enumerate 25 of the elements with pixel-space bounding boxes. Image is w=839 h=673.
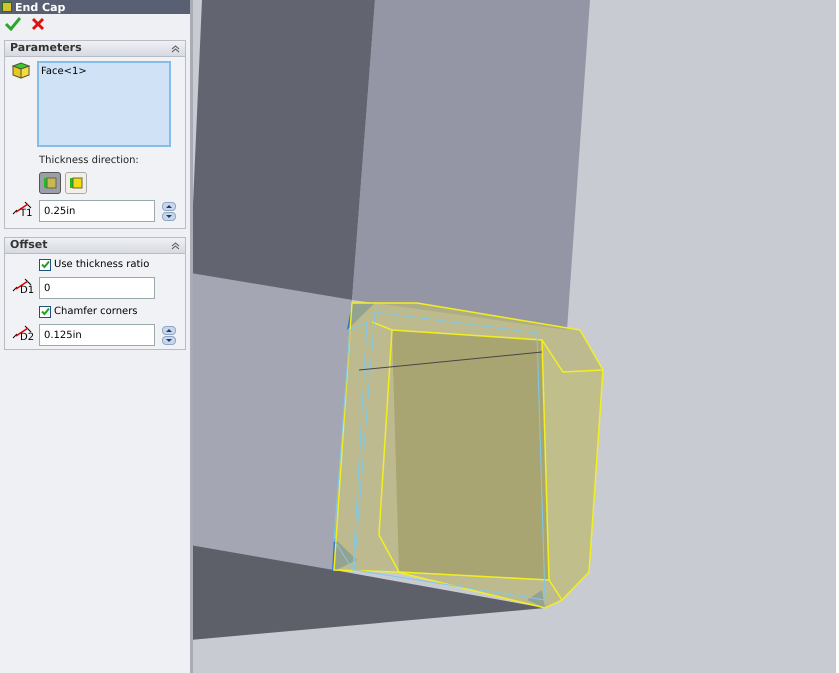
collapse-icon[interactable] (171, 242, 180, 250)
title-bar: End Cap (0, 0, 190, 14)
cube-icon (11, 61, 31, 79)
offset-field[interactable]: 0 (39, 277, 155, 299)
offset-field[interactable]: 0.125in (39, 324, 155, 346)
inward-direction-icon (43, 177, 57, 189)
checkbox-label[interactable]: Use thickness ratio (54, 257, 150, 272)
section-header[interactable]: Parameters (5, 41, 185, 57)
check-icon[interactable] (5, 17, 21, 31)
spinner[interactable] (162, 202, 176, 220)
close-icon[interactable] (31, 17, 45, 31)
checkbox[interactable] (39, 306, 51, 318)
direction-button[interactable] (39, 172, 61, 194)
collapse-icon[interactable] (171, 44, 180, 52)
direction-label: Thickness direction: (39, 154, 140, 168)
outward-direction-icon (69, 177, 83, 189)
feature-icon (2, 2, 12, 12)
direction-button[interactable] (65, 172, 87, 194)
selection-list[interactable]: Face<1> (37, 61, 171, 147)
spinner[interactable] (162, 326, 176, 344)
section-header[interactable]: Offset (5, 238, 185, 254)
checkbox[interactable] (39, 258, 51, 270)
thickness-field[interactable]: 0.25in (39, 200, 155, 222)
selection-item[interactable]: Face<1> (41, 64, 167, 79)
checkbox-label[interactable]: Chamfer corners (54, 304, 138, 319)
